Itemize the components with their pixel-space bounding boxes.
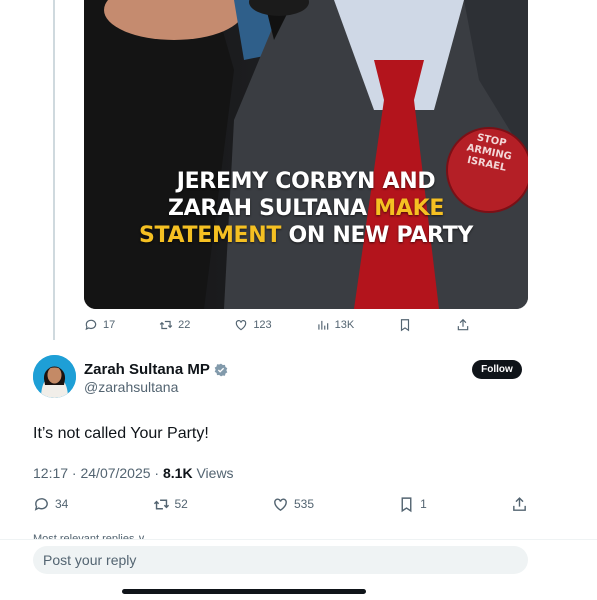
- tweet-repost-button[interactable]: 52: [153, 496, 188, 513]
- quoted-post-actions: 17 22 123 13K: [84, 317, 470, 333]
- tweet-like-button[interactable]: 535: [272, 496, 314, 513]
- views-count: 13K: [334, 319, 355, 331]
- tweet-like-count: 535: [294, 497, 315, 511]
- like-icon: [274, 497, 287, 511]
- repost-icon: [159, 320, 173, 330]
- tweet-bookmark-button[interactable]: 1: [398, 496, 427, 513]
- tweet-text: It’s not called Your Party!: [33, 425, 209, 442]
- tweet-actions: 34 52 535 1: [33, 494, 528, 514]
- like-icon: [236, 320, 247, 331]
- views-icon: [317, 320, 328, 330]
- reply-icon: [34, 497, 48, 511]
- reply-icon: [85, 319, 97, 331]
- follow-button[interactable]: Follow: [472, 360, 522, 379]
- home-indicator: [122, 589, 366, 594]
- timestamp[interactable]: 12:17 · 24/07/2025 ·: [33, 465, 163, 481]
- avatar[interactable]: [33, 355, 76, 398]
- headline-line-1: JEREMY CORBYN AND: [176, 169, 436, 194]
- tweet-reply-count: 34: [55, 497, 69, 511]
- like-count: 123: [253, 319, 272, 331]
- share-icon: [513, 496, 526, 511]
- image-headline: JEREMY CORBYN AND ZARAH SULTANA MAKE STA…: [84, 168, 528, 249]
- author-handle[interactable]: @zarahsultana: [84, 379, 178, 395]
- author-name[interactable]: Zarah Sultana MP: [84, 361, 210, 378]
- reply-count: 17: [103, 319, 116, 331]
- like-button[interactable]: 123: [234, 318, 272, 332]
- repost-count: 22: [178, 319, 191, 331]
- bookmark-button[interactable]: [398, 318, 412, 332]
- avatar-photo: [33, 355, 76, 398]
- repost-icon: [153, 499, 169, 509]
- verified-badge-icon: [214, 363, 228, 376]
- thread-line: [53, 0, 55, 340]
- share-icon: [457, 318, 469, 331]
- post-image[interactable]: STOP ARMING ISRAEL JEREMY CORBYN AND ZAR…: [84, 0, 528, 309]
- bookmark-icon: [401, 496, 412, 512]
- tweet-meta: 12:17 · 24/07/2025 · 8.1K Views: [33, 465, 234, 481]
- bookmark-icon: [400, 319, 410, 332]
- headline-line-3: STATEMENT ON NEW PARTY: [138, 223, 474, 248]
- reply-button[interactable]: 17: [84, 318, 115, 332]
- views-button[interactable]: 13K: [316, 318, 355, 332]
- repost-button[interactable]: 22: [159, 318, 190, 332]
- views-total: 8.1K: [163, 465, 193, 481]
- author-name-row: Zarah Sultana MP: [84, 361, 228, 378]
- share-button[interactable]: [456, 318, 470, 332]
- headline-line-2: ZARAH SULTANA MAKE: [167, 196, 445, 221]
- tweet-share-button[interactable]: [511, 496, 528, 513]
- reply-input[interactable]: [33, 546, 528, 574]
- tweet-reply-button[interactable]: 34: [33, 496, 68, 513]
- views-label: Views: [192, 465, 234, 481]
- tweet-repost-count: 52: [174, 497, 188, 511]
- tweet-bookmark-count: 1: [420, 497, 427, 511]
